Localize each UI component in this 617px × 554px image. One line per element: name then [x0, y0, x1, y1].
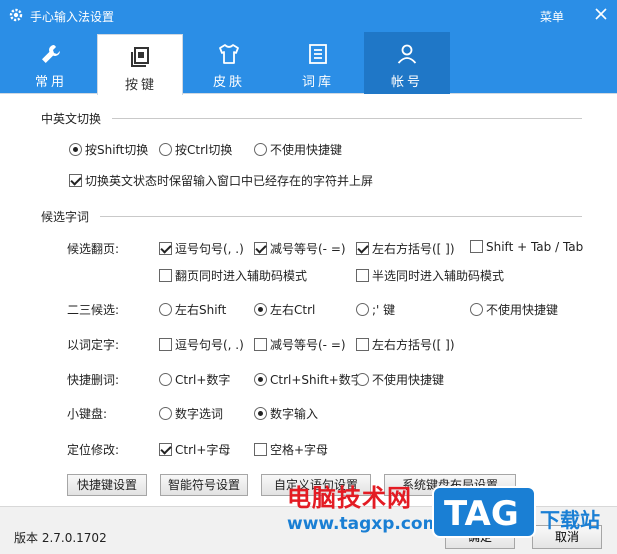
row-label-second: 二三候选: — [67, 303, 120, 317]
checkbox[interactable] — [69, 174, 82, 187]
radio-delete-ctrl[interactable]: Ctrl+数字 — [159, 371, 230, 388]
radio-keypad-select[interactable]: 数字选词 — [159, 405, 223, 422]
checkbox-locate-space[interactable]: 空格+字母 — [254, 441, 328, 458]
radio-button[interactable] — [69, 143, 82, 156]
radio-ctrl-switch[interactable]: 按Ctrl切换 — [159, 141, 232, 158]
radio-button[interactable] — [159, 373, 172, 386]
watermark-site-url: www.tagxp.com — [287, 514, 441, 534]
watermark-download-text: 下载站 — [540, 508, 600, 532]
divider — [100, 216, 582, 217]
radio-button[interactable] — [254, 407, 267, 420]
watermark-site-name: 电脑技术网 — [287, 484, 412, 512]
checkbox-paging-minus[interactable]: 减号等号(- =) — [254, 240, 346, 257]
radio-shift-switch[interactable]: 按Shift切换 — [69, 141, 148, 158]
row-label-paging: 候选翻页: — [67, 242, 120, 256]
symbol-settings-button[interactable]: 智能符号设置 — [160, 474, 248, 496]
close-icon[interactable] — [591, 4, 611, 24]
checkbox-locate-ctrl[interactable]: Ctrl+字母 — [159, 441, 230, 458]
radio-button[interactable] — [470, 303, 483, 316]
tab-common[interactable]: 常用 — [8, 32, 94, 94]
tab-dictionary[interactable]: 词库 — [275, 32, 361, 94]
checkbox[interactable] — [254, 242, 267, 255]
checkbox[interactable] — [254, 338, 267, 351]
radio-keypad-input[interactable]: 数字输入 — [254, 405, 318, 422]
radio-delete-ctrl-shift[interactable]: Ctrl+Shift+数字 — [254, 371, 363, 388]
checkbox[interactable] — [159, 242, 172, 255]
radio-no-switch-hotkey[interactable]: 不使用快捷键 — [254, 141, 342, 158]
document-icon — [309, 44, 327, 64]
watermark-tag-text: TAG — [444, 494, 519, 534]
tab-label: 常用 — [34, 75, 67, 90]
checkbox[interactable] — [159, 443, 172, 456]
menu-button[interactable]: 菜单 — [540, 8, 564, 25]
radio-second-ctrl[interactable]: 左右Ctrl — [254, 301, 315, 318]
radio-button[interactable] — [159, 407, 172, 420]
tab-label: 帐号 — [390, 75, 423, 90]
section-title-switch: 中英文切换 — [41, 112, 102, 126]
checkbox[interactable] — [254, 443, 267, 456]
radio-button[interactable] — [254, 303, 267, 316]
row-label-locate: 定位修改: — [67, 443, 120, 457]
checkbox-paging-tab[interactable]: Shift + Tab / Tab — [470, 240, 583, 254]
tab-skin[interactable]: 皮肤 — [186, 32, 272, 94]
tab-bar: 常用 按键 皮肤 词库 帐号 — [0, 32, 617, 95]
watermark-tag-badge: TAG — [432, 486, 536, 538]
tshirt-icon — [219, 44, 239, 64]
radio-second-none[interactable]: 不使用快捷键 — [470, 301, 558, 318]
gear-icon — [9, 8, 23, 22]
radio-button[interactable] — [356, 303, 369, 316]
checkbox-paging-bracket[interactable]: 左右方括号([ ]) — [356, 240, 455, 257]
radio-second-semicolon[interactable]: ;' 键 — [356, 301, 395, 318]
hotkey-settings-button[interactable]: 快捷键设置 — [67, 474, 147, 496]
window-title: 手心输入法设置 — [30, 10, 115, 24]
divider — [112, 118, 582, 119]
wrench-icon — [42, 45, 60, 63]
row-label-keypad: 小键盘: — [67, 407, 108, 421]
tab-account[interactable]: 帐号 — [364, 32, 450, 94]
checkbox-keep-text[interactable]: 切换英文状态时保留输入窗口中已经存在的字符并上屏 — [69, 172, 373, 189]
checkbox[interactable] — [356, 338, 369, 351]
radio-button[interactable] — [254, 143, 267, 156]
checkbox-half-aux[interactable]: 半选同时进入辅助码模式 — [356, 267, 504, 284]
version-label: 版本 2.7.0.1702 — [14, 531, 107, 545]
checkbox[interactable] — [356, 269, 369, 282]
checkbox-paging-comma[interactable]: 逗号句号(, .) — [159, 240, 244, 257]
user-icon — [397, 44, 417, 64]
title-bar: 手心输入法设置 菜单 — [0, 0, 617, 32]
checkbox-word-minus[interactable]: 减号等号(- =) — [254, 336, 346, 353]
tab-label: 按键 — [124, 78, 157, 93]
checkbox-paging-aux[interactable]: 翻页同时进入辅助码模式 — [159, 267, 307, 284]
tab-keys[interactable]: 按键 — [97, 34, 183, 95]
checkbox[interactable] — [159, 269, 172, 282]
radio-button[interactable] — [356, 373, 369, 386]
keyboard-key-icon — [131, 47, 149, 67]
checkbox[interactable] — [159, 338, 172, 351]
checkbox-word-bracket[interactable]: 左右方括号([ ]) — [356, 336, 455, 353]
checkbox-word-comma[interactable]: 逗号句号(, .) — [159, 336, 244, 353]
row-label-word-to-char: 以词定字: — [67, 338, 120, 352]
radio-button[interactable] — [159, 303, 172, 316]
tab-label: 皮肤 — [212, 75, 245, 90]
radio-delete-none[interactable]: 不使用快捷键 — [356, 371, 444, 388]
tab-label: 词库 — [301, 75, 334, 90]
row-label-delete-word: 快捷删词: — [67, 373, 120, 387]
radio-button[interactable] — [254, 373, 267, 386]
radio-button[interactable] — [159, 143, 172, 156]
checkbox[interactable] — [470, 240, 483, 253]
radio-second-shift[interactable]: 左右Shift — [159, 301, 226, 318]
checkbox[interactable] — [356, 242, 369, 255]
section-title-candidates: 候选字词 — [41, 210, 90, 224]
